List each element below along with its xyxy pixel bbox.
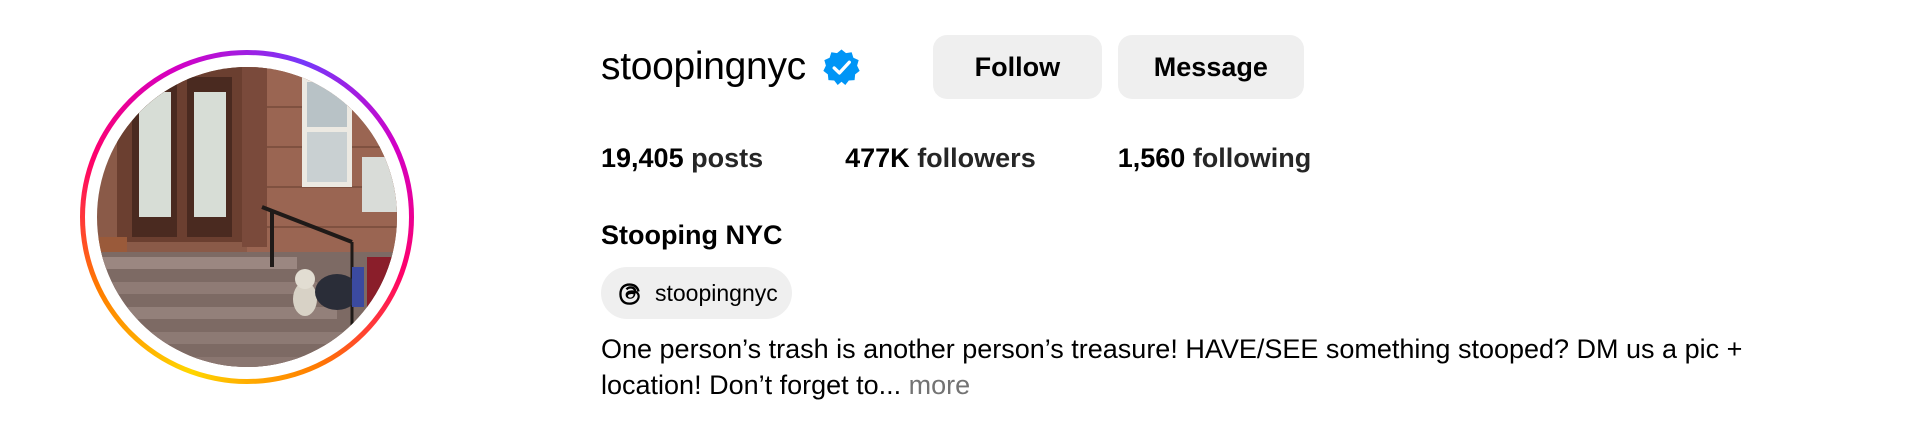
threads-handle: stoopingnyc [655, 279, 778, 306]
profile-stats: 19,405 posts 477K followers 1,560 follow… [601, 143, 1892, 174]
followers-label: followers [917, 143, 1036, 173]
avatar-ring-gap [85, 55, 409, 379]
following-count: 1,560 [1117, 143, 1186, 173]
profile-top-row: stoopingnyc Follow Message [601, 34, 1892, 100]
posts-count: 19,405 [601, 143, 684, 173]
profile-bio: One person’s trash is another person’s t… [601, 331, 1841, 403]
threads-icon [615, 278, 645, 308]
profile-info: stoopingnyc Follow Message 19,405 posts … [601, 34, 1892, 403]
followers-stat[interactable]: 477K followers [845, 143, 1036, 174]
avatar-photo [97, 67, 397, 367]
profile-avatar[interactable] [80, 50, 414, 384]
followers-count: 477K [845, 143, 910, 173]
posts-stat: 19,405 posts [601, 143, 763, 174]
bio-more-link[interactable]: more [909, 370, 971, 400]
profile-full-name: Stooping NYC [601, 220, 783, 250]
follow-button[interactable]: Follow [932, 35, 1102, 99]
posts-label: posts [691, 143, 764, 173]
message-button[interactable]: Message [1117, 35, 1304, 99]
following-label: following [1192, 143, 1312, 173]
threads-link[interactable]: stoopingnyc [601, 267, 792, 319]
profile-username: stoopingnyc [601, 45, 806, 88]
bio-text: One person’s trash is another person’s t… [601, 334, 1743, 400]
verified-badge-icon [822, 48, 861, 87]
profile-header: stoopingnyc Follow Message 19,405 posts … [0, 0, 1912, 438]
following-stat[interactable]: 1,560 following [1118, 143, 1312, 174]
